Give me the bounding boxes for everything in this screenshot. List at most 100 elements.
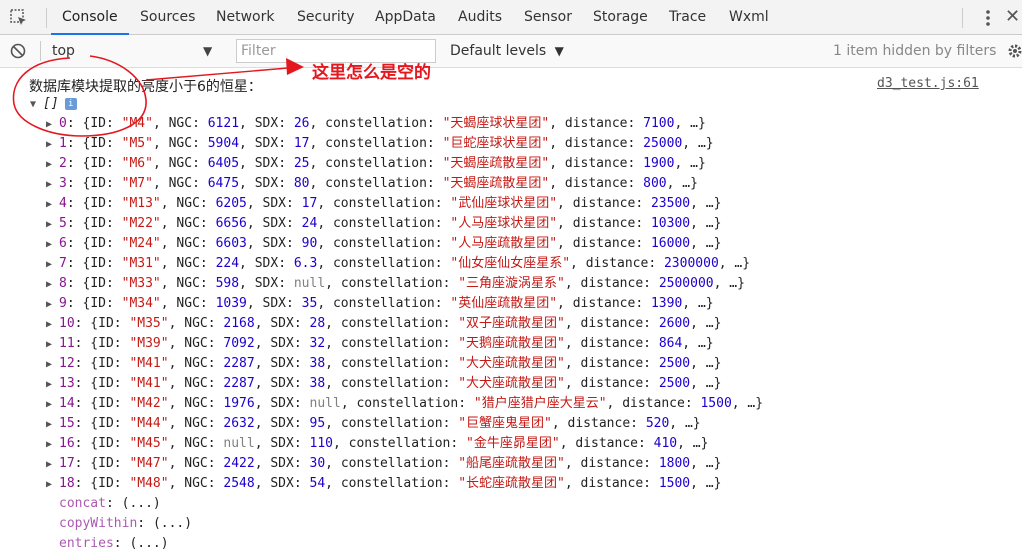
tab-sources[interactable]: Sources [129, 0, 206, 35]
tab-audits[interactable]: Audits [447, 0, 513, 35]
clear-console-icon[interactable] [10, 43, 26, 59]
array-method-row[interactable]: entries: (...) [59, 534, 169, 554]
expand-triangle-icon[interactable]: ▶ [46, 315, 59, 335]
source-link[interactable]: d3_test.js:61 [877, 76, 979, 91]
value-distance: 1900 [643, 156, 675, 171]
expand-triangle-icon[interactable]: ▶ [46, 275, 59, 295]
expand-triangle-icon[interactable]: ▶ [46, 235, 59, 255]
log-levels-dropdown[interactable]: Default levels ▼ [450, 35, 564, 67]
tab-sensor[interactable]: Sensor [513, 0, 583, 35]
info-icon[interactable]: i [64, 97, 77, 110]
close-icon[interactable]: ✕ [1005, 8, 1020, 26]
expand-triangle-icon[interactable]: ▶ [46, 415, 59, 435]
expand-triangle-icon[interactable]: ▶ [46, 255, 59, 275]
expand-triangle-icon[interactable]: ▶ [46, 475, 59, 495]
expand-triangle-icon[interactable]: ▶ [46, 455, 59, 475]
array-method-row[interactable]: copyWithin: (...) [59, 514, 192, 534]
value-ngc: 2287 [223, 376, 255, 391]
punctuation: , [557, 196, 573, 211]
punctuation: : [207, 316, 224, 331]
punctuation: , [152, 136, 169, 151]
array-method-row[interactable]: concat: (...) [59, 494, 161, 514]
punctuation: , …} [690, 476, 722, 491]
array-entry-row[interactable]: ▶ 2: {ID: "M6", NGC: 6405, SDX: 25, const… [46, 154, 706, 174]
punctuation: , [325, 416, 341, 431]
expand-triangle-icon[interactable]: ▶ [46, 335, 59, 355]
array-entry-row[interactable]: ▶ 15: {ID: "M44", NGC: 2632, SDX: 95, con… [46, 414, 701, 434]
value-ngc: 2632 [223, 416, 255, 431]
array-root[interactable]: ▼[] i [30, 94, 77, 115]
expand-triangle-icon[interactable]: ▶ [46, 155, 59, 175]
array-entry-row[interactable]: ▶ 16: {ID: "M45", NGC: null, SDX: 110, co… [46, 434, 708, 454]
tab-network[interactable]: Network [205, 0, 285, 35]
key-id: ID [90, 136, 106, 151]
expand-triangle-icon[interactable]: ▼ [30, 95, 43, 115]
punctuation: , [325, 316, 341, 331]
punctuation: , [317, 296, 333, 311]
punctuation: : [426, 116, 443, 131]
array-entry-row[interactable]: ▶ 3: {ID: "M7", NGC: 6475, SDX: 80, const… [46, 174, 698, 194]
tab-storage[interactable]: Storage [582, 0, 659, 35]
expand-triangle-icon[interactable]: ▶ [46, 215, 59, 235]
punctuation: : [627, 116, 644, 131]
expand-triangle-icon[interactable]: ▶ [46, 115, 59, 135]
punctuation: : [643, 476, 659, 491]
punctuation: , [570, 256, 586, 271]
array-entry-row[interactable]: ▶ 11: {ID: "M39", NGC: 7092, SDX: 32, con… [46, 334, 714, 354]
expand-triangle-icon[interactable]: ▶ [46, 375, 59, 395]
tab-trace[interactable]: Trace [658, 0, 717, 35]
array-entry-row[interactable]: ▶ 7: {ID: "M31", NGC: 224, SDX: 6.3, cons… [46, 254, 750, 274]
array-entry-row[interactable]: ▶ 12: {ID: "M41", NGC: 2287, SDX: 38, con… [46, 354, 721, 374]
array-entry-row[interactable]: ▶ 8: {ID: "M33", NGC: 598, SDX: null, con… [46, 274, 745, 294]
punctuation: : [434, 216, 451, 231]
array-entry-row[interactable]: ▶ 1: {ID: "M5", NGC: 5904, SDX: 17, const… [46, 134, 714, 154]
entry-index: 13 [59, 376, 75, 391]
kebab-menu-icon[interactable] [984, 9, 992, 27]
array-entry-row[interactable]: ▶ 14: {ID: "M42", NGC: 1976, SDX: null, c… [46, 394, 763, 414]
tab-appdata[interactable]: AppData [364, 0, 447, 35]
punctuation: : [192, 136, 208, 151]
punctuation: : [627, 136, 644, 151]
tab-wxml[interactable]: Wxml [718, 0, 780, 35]
punctuation: , [325, 276, 341, 291]
array-entry-row[interactable]: ▶ 18: {ID: "M48", NGC: 2548, SDX: 54, con… [46, 474, 721, 494]
expand-triangle-icon[interactable]: ▶ [46, 195, 59, 215]
array-entry-row[interactable]: ▶ 9: {ID: "M34", NGC: 1039, SDX: 35, cons… [46, 294, 714, 314]
key-ngc: NGC [176, 236, 200, 251]
annotation-text: 这里怎么是空的 [312, 63, 431, 83]
punctuation: : [293, 436, 310, 451]
array-entry-row[interactable]: ▶ 13: {ID: "M41", NGC: 2287, SDX: 38, con… [46, 374, 721, 394]
punctuation: : [442, 356, 459, 371]
expand-triangle-icon[interactable]: ▶ [46, 355, 59, 375]
entry-index: 1 [59, 136, 67, 151]
tab-security[interactable]: Security [286, 0, 366, 35]
key-ngc: NGC [176, 256, 200, 271]
punctuation: , [254, 376, 271, 391]
gear-icon[interactable] [1007, 43, 1022, 59]
punctuation: , [325, 376, 341, 391]
expand-triangle-icon[interactable]: ▶ [46, 395, 59, 415]
punctuation: , [564, 476, 581, 491]
expand-triangle-icon[interactable]: ▶ [46, 175, 59, 195]
array-entry-row[interactable]: ▶ 0: {ID: "M4", NGC: 6121, SDX: 26, const… [46, 114, 706, 134]
array-entry-row[interactable]: ▶ 10: {ID: "M35", NGC: 2168, SDX: 28, con… [46, 314, 721, 334]
expand-triangle-icon[interactable]: ▶ [46, 135, 59, 155]
punctuation: , [152, 176, 169, 191]
chevron-down-icon[interactable]: ▼ [203, 35, 212, 67]
array-entry-row[interactable]: ▶ 4: {ID: "M13", NGC: 6205, SDX: 17, cons… [46, 194, 721, 214]
entry-index: 2 [59, 156, 67, 171]
array-entry-row[interactable]: ▶ 5: {ID: "M22", NGC: 6656, SDX: 24, cons… [46, 214, 721, 234]
value-sdx: 26 [293, 116, 310, 131]
punctuation: , …} [690, 316, 722, 331]
array-entry-row[interactable]: ▶ 6: {ID: "M24", NGC: 6603, SDX: 90, cons… [46, 234, 721, 254]
tab-console[interactable]: Console [51, 0, 129, 35]
expand-triangle-icon[interactable]: ▶ [46, 435, 59, 455]
array-entry-row[interactable]: ▶ 17: {ID: "M47", NGC: 2422, SDX: 30, con… [46, 454, 721, 474]
punctuation: : [434, 296, 451, 311]
expand-triangle-icon[interactable]: ▶ [46, 295, 59, 315]
inspect-element-icon[interactable] [10, 9, 28, 27]
punctuation: : { [74, 376, 99, 391]
punctuation: : [637, 436, 654, 451]
context-selector[interactable]: top [52, 35, 222, 67]
key-id: ID [98, 436, 114, 451]
